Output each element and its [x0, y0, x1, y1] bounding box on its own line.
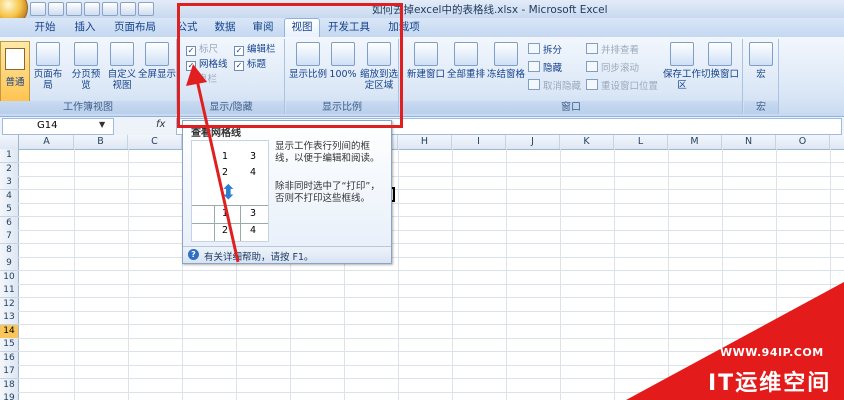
annotation-arrow-line	[195, 79, 240, 263]
watermark-url: WWW.94IP.COM	[720, 346, 824, 359]
watermark-name: IT运维空间	[708, 371, 832, 396]
annotation-arrow-head	[186, 64, 207, 86]
